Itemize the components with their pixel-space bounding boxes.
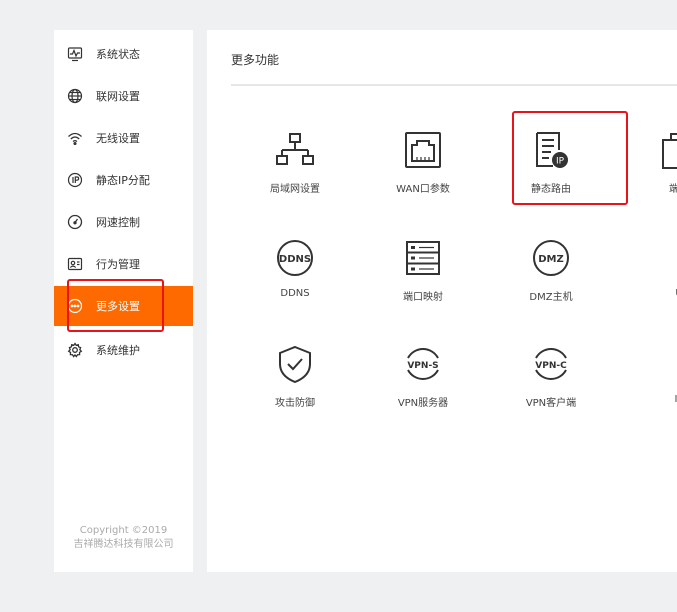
sidebar: 系统状态 联网设置 无线设置 静态IP分配 网速控制 行为管理 更多设置 系统维…: [54, 30, 193, 572]
tile-vpn-client[interactable]: VPN-C VPN客户端: [491, 344, 611, 434]
svg-text:DDNS: DDNS: [279, 254, 311, 265]
tile-label: 静态路由: [531, 184, 571, 195]
tile-label: DDNS: [280, 288, 310, 299]
vpn-client-icon: VPN-C: [531, 344, 571, 384]
tile-ddns[interactable]: DDNS DDNS: [235, 238, 355, 328]
port-icon: [659, 130, 677, 170]
tile-label: 攻击防御: [275, 398, 315, 409]
tile-attack-defense[interactable]: 攻击防御: [235, 344, 355, 434]
tile-static-route[interactable]: IP 静态路由: [491, 130, 611, 220]
tile-port-mapping[interactable]: 端口映射: [363, 238, 483, 328]
tile-wan-params[interactable]: WAN口参数: [363, 130, 483, 220]
tile-ip[interactable]: IP IP: [619, 344, 677, 434]
tile-vpn-server[interactable]: VPN-S VPN服务器: [363, 344, 483, 434]
company-name: 吉祥腾达科技有限公司: [73, 539, 174, 550]
tile-label: WAN口参数: [396, 184, 450, 195]
upnp-icon: UPnP: [659, 238, 677, 278]
sidebar-item-label: 行为管理: [96, 258, 140, 271]
sidebar-item-label: 静态IP分配: [96, 174, 150, 187]
tile-label: VPN服务器: [397, 398, 449, 409]
tile-port[interactable]: 端口: [619, 130, 677, 220]
sidebar-item-behavior-management[interactable]: 行为管理: [54, 244, 193, 284]
tile-lan-settings[interactable]: 局域网设置: [235, 130, 355, 220]
sidebar-item-label: 系统状态: [96, 48, 140, 61]
id-card-icon: [66, 255, 84, 273]
svg-text:DMZ: DMZ: [538, 254, 564, 265]
wifi-icon: [66, 129, 84, 147]
lan-topology-icon: [275, 130, 315, 170]
sidebar-item-label: 更多设置: [96, 300, 140, 313]
dmz-icon: DMZ: [531, 238, 571, 278]
title-divider: [231, 84, 677, 86]
tile-label: 端口映射: [403, 292, 443, 303]
sidebar-item-more-settings[interactable]: 更多设置: [54, 286, 193, 326]
sidebar-item-label: 系统维护: [96, 344, 140, 357]
main-panel: 更多功能 局域网设置 WAN口参数 IP 静态路由 端口 DDNS DDNS: [207, 30, 677, 572]
port-mapping-icon: [403, 238, 443, 278]
sidebar-item-label: 联网设置: [96, 90, 140, 103]
shield-check-icon: [275, 344, 315, 384]
gear-icon: [66, 341, 84, 359]
sidebar-item-static-ip[interactable]: 静态IP分配: [54, 160, 193, 200]
tile-label: 局域网设置: [270, 184, 320, 195]
sidebar-item-network-settings[interactable]: 联网设置: [54, 76, 193, 116]
globe-icon: [66, 87, 84, 105]
sidebar-item-label: 网速控制: [96, 216, 140, 229]
more-dots-icon: [66, 297, 84, 315]
sidebar-item-speed-control[interactable]: 网速控制: [54, 202, 193, 242]
wan-port-icon: [403, 130, 443, 170]
monitor-pulse-icon: [66, 45, 84, 63]
tile-label: VPN客户端: [525, 398, 577, 409]
sidebar-item-system-maintenance[interactable]: 系统维护: [54, 330, 193, 370]
ddns-icon: DDNS: [275, 238, 315, 278]
static-route-icon: IP: [531, 130, 571, 170]
sidebar-item-wireless-settings[interactable]: 无线设置: [54, 118, 193, 158]
svg-text:IP: IP: [556, 157, 565, 167]
tile-dmz-host[interactable]: DMZ DMZ主机: [491, 238, 611, 328]
vpn-server-icon: VPN-S: [403, 344, 443, 384]
sidebar-item-label: 无线设置: [96, 132, 140, 145]
tile-upnp[interactable]: UPnP U: [619, 238, 677, 328]
page-title: 更多功能: [231, 53, 280, 67]
svg-text:VPN-C: VPN-C: [535, 361, 567, 371]
ip-circle-icon: [66, 171, 84, 189]
tile-label: 端口: [669, 184, 677, 195]
sidebar-item-system-status[interactable]: 系统状态: [54, 34, 193, 74]
tile-label: DMZ主机: [529, 292, 573, 303]
ip-icon: IP: [659, 344, 677, 384]
svg-text:VPN-S: VPN-S: [407, 361, 438, 371]
speed-gauge-icon: [66, 213, 84, 231]
copyright-text: Copyright ©2019: [79, 525, 168, 536]
